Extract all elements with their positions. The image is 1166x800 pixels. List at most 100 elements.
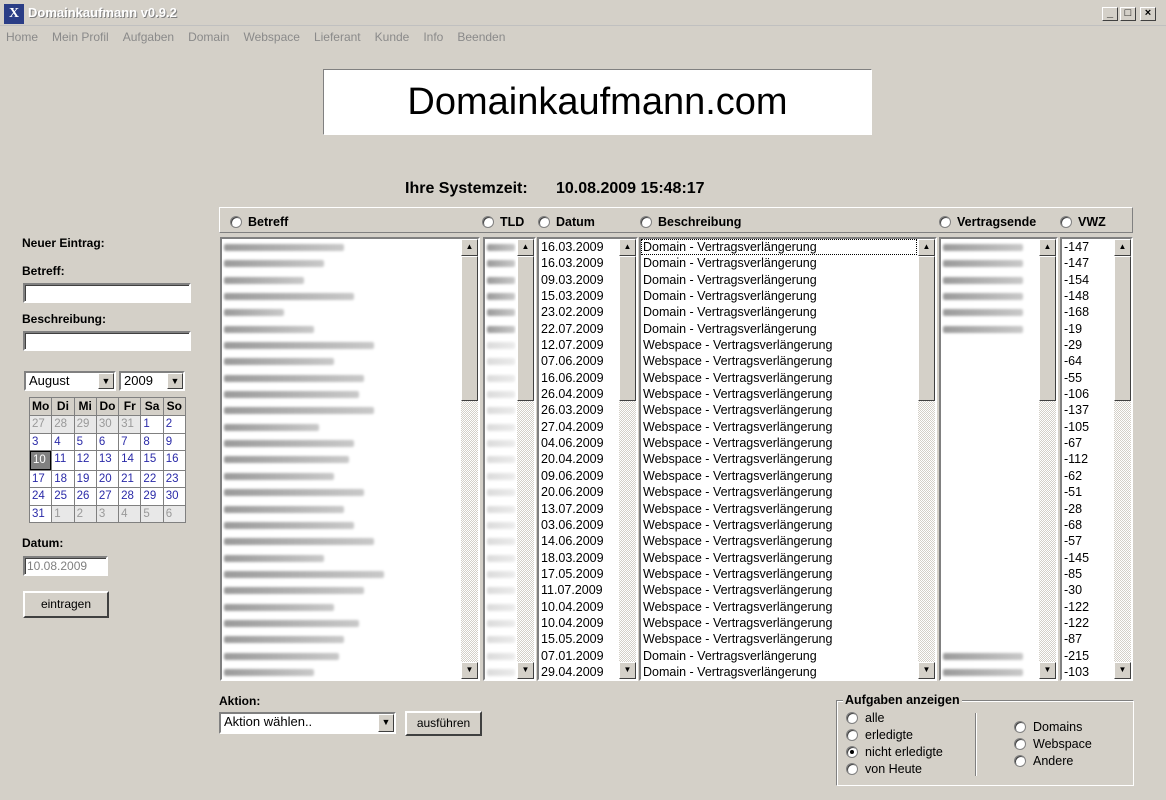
scroll-down-icon[interactable]: ▼ xyxy=(1114,662,1131,679)
list-item[interactable]: Webspace - Vertragsverlängerung xyxy=(641,631,917,647)
list-item[interactable]: 09.06.2009 xyxy=(539,468,618,484)
scrollbar[interactable]: ▲ ▼ xyxy=(461,239,478,679)
radio-icon[interactable] xyxy=(640,216,652,228)
list-item[interactable]: -62 xyxy=(1062,468,1113,484)
calendar-day[interactable]: 27 xyxy=(30,416,52,433)
list-item[interactable] xyxy=(941,419,1038,435)
radio-icon[interactable] xyxy=(1014,721,1026,733)
list-item[interactable]: -105 xyxy=(1062,419,1113,435)
calendar-day[interactable]: 29 xyxy=(141,488,163,505)
list-item[interactable] xyxy=(941,435,1038,451)
list-item[interactable] xyxy=(941,321,1038,337)
calendar-day[interactable]: 27 xyxy=(96,488,119,505)
scroll-thumb[interactable] xyxy=(918,256,935,401)
list-item[interactable]: 11.07.2009 xyxy=(539,582,618,598)
list-item[interactable]: 26.04.2009 xyxy=(539,386,618,402)
list-item[interactable]: 20.04.2009 xyxy=(539,451,618,467)
scroll-down-icon[interactable]: ▼ xyxy=(1039,662,1056,679)
list-item[interactable] xyxy=(485,386,516,402)
list-item[interactable]: Webspace - Vertragsverlängerung xyxy=(641,582,917,598)
list-vwz[interactable]: -147 -147 -154 -148 -168 -19 -29 -64 -55 -106 -137… xyxy=(1060,237,1133,681)
calendar-day[interactable]: 30 xyxy=(163,488,185,505)
list-item[interactable]: Webspace - Vertragsverlängerung xyxy=(641,484,917,500)
list-betreff[interactable]: ▲ ▼ xyxy=(220,237,480,681)
menu-exit[interactable]: Beenden xyxy=(457,30,505,46)
radio-option[interactable]: Domains xyxy=(1014,720,1092,734)
list-item[interactable] xyxy=(485,435,516,451)
calendar-day[interactable]: 20 xyxy=(96,470,119,488)
radio-option[interactable]: alle xyxy=(846,711,943,725)
list-item[interactable] xyxy=(222,648,460,664)
list-beschreibung[interactable]: Domain - Vertragsverlängerung Domain - Ve… xyxy=(639,237,937,681)
radio-icon[interactable] xyxy=(846,729,858,741)
list-item[interactable] xyxy=(485,631,516,647)
calendar-day[interactable]: 22 xyxy=(141,470,163,488)
calendar-day[interactable]: 1 xyxy=(141,416,163,433)
list-item[interactable] xyxy=(222,533,460,549)
list-item[interactable] xyxy=(222,353,460,369)
chevron-down-icon[interactable]: ▼ xyxy=(98,373,114,389)
list-item[interactable]: 17.05.2009 xyxy=(539,566,618,582)
list-item[interactable] xyxy=(222,550,460,566)
list-item[interactable] xyxy=(222,468,460,484)
radio-icon[interactable] xyxy=(1014,755,1026,767)
calendar-day[interactable]: 10 xyxy=(30,451,52,470)
scroll-thumb[interactable] xyxy=(619,256,636,401)
calendar-day[interactable]: 14 xyxy=(119,451,141,470)
scroll-thumb[interactable] xyxy=(517,256,534,401)
scroll-up-icon[interactable]: ▲ xyxy=(517,239,534,256)
list-item[interactable] xyxy=(222,239,460,255)
list-item[interactable]: -137 xyxy=(1062,402,1113,418)
scroll-up-icon[interactable]: ▲ xyxy=(918,239,935,256)
list-item[interactable]: Webspace - Vertragsverlängerung xyxy=(641,501,917,517)
calendar-day[interactable]: 28 xyxy=(52,416,74,433)
list-item[interactable]: Webspace - Vertragsverlängerung xyxy=(641,353,917,369)
calendar-day[interactable]: 5 xyxy=(141,505,163,522)
list-item[interactable]: Webspace - Vertragsverlängerung xyxy=(641,517,917,533)
calendar-day[interactable]: 7 xyxy=(119,433,141,451)
list-item[interactable]: Webspace - Vertragsverlängerung xyxy=(641,435,917,451)
list-item[interactable] xyxy=(485,419,516,435)
scroll-up-icon[interactable]: ▲ xyxy=(1039,239,1056,256)
list-item[interactable]: -147 xyxy=(1062,255,1113,271)
radio-option[interactable]: Webspace xyxy=(1014,737,1092,751)
scrollbar[interactable]: ▲ ▼ xyxy=(918,239,935,679)
list-vertragsende[interactable]: ▲ ▼ xyxy=(939,237,1058,681)
list-item[interactable]: 20.06.2009 xyxy=(539,484,618,500)
calendar-day[interactable]: 12 xyxy=(74,451,96,470)
list-item[interactable]: -55 xyxy=(1062,370,1113,386)
list-item[interactable]: -28 xyxy=(1062,501,1113,517)
list-item[interactable] xyxy=(941,272,1038,288)
list-item[interactable] xyxy=(941,582,1038,598)
list-item[interactable] xyxy=(485,468,516,484)
list-item[interactable] xyxy=(941,370,1038,386)
list-item[interactable]: -30 xyxy=(1062,582,1113,598)
list-item[interactable]: 07.06.2009 xyxy=(539,353,618,369)
sort-vertragsende[interactable]: Vertragsende xyxy=(939,215,1036,229)
aktion-select[interactable]: Aktion wählen.. ▼ xyxy=(219,712,396,734)
list-item[interactable]: -19 xyxy=(1062,321,1113,337)
scrollbar[interactable]: ▲ ▼ xyxy=(619,239,636,679)
title-bar[interactable]: X Domainkaufmann v0.9.2 _ □ × xyxy=(0,0,1166,26)
list-item[interactable] xyxy=(941,402,1038,418)
list-item[interactable]: 27.04.2009 xyxy=(539,419,618,435)
list-item[interactable]: -112 xyxy=(1062,451,1113,467)
minimize-button[interactable]: _ xyxy=(1102,7,1118,21)
chevron-down-icon[interactable]: ▼ xyxy=(167,373,183,389)
list-item[interactable] xyxy=(941,484,1038,500)
year-select[interactable]: 2009 ▼ xyxy=(119,371,185,391)
list-item[interactable] xyxy=(485,533,516,549)
list-item[interactable] xyxy=(222,517,460,533)
list-item[interactable]: 23.02.2009 xyxy=(539,304,618,320)
list-item[interactable] xyxy=(485,582,516,598)
list-item[interactable]: Webspace - Vertragsverlängerung xyxy=(641,419,917,435)
list-item[interactable] xyxy=(941,533,1038,549)
calendar-day[interactable]: 8 xyxy=(141,433,163,451)
chevron-down-icon[interactable]: ▼ xyxy=(378,714,394,732)
list-item[interactable]: -122 xyxy=(1062,599,1113,615)
list-item[interactable]: Domain - Vertragsverlängerung xyxy=(641,321,917,337)
menu-supplier[interactable]: Lieferant xyxy=(314,30,361,46)
list-item[interactable]: 04.06.2009 xyxy=(539,435,618,451)
list-item[interactable]: Webspace - Vertragsverlängerung xyxy=(641,533,917,549)
calendar-day[interactable]: 2 xyxy=(74,505,96,522)
